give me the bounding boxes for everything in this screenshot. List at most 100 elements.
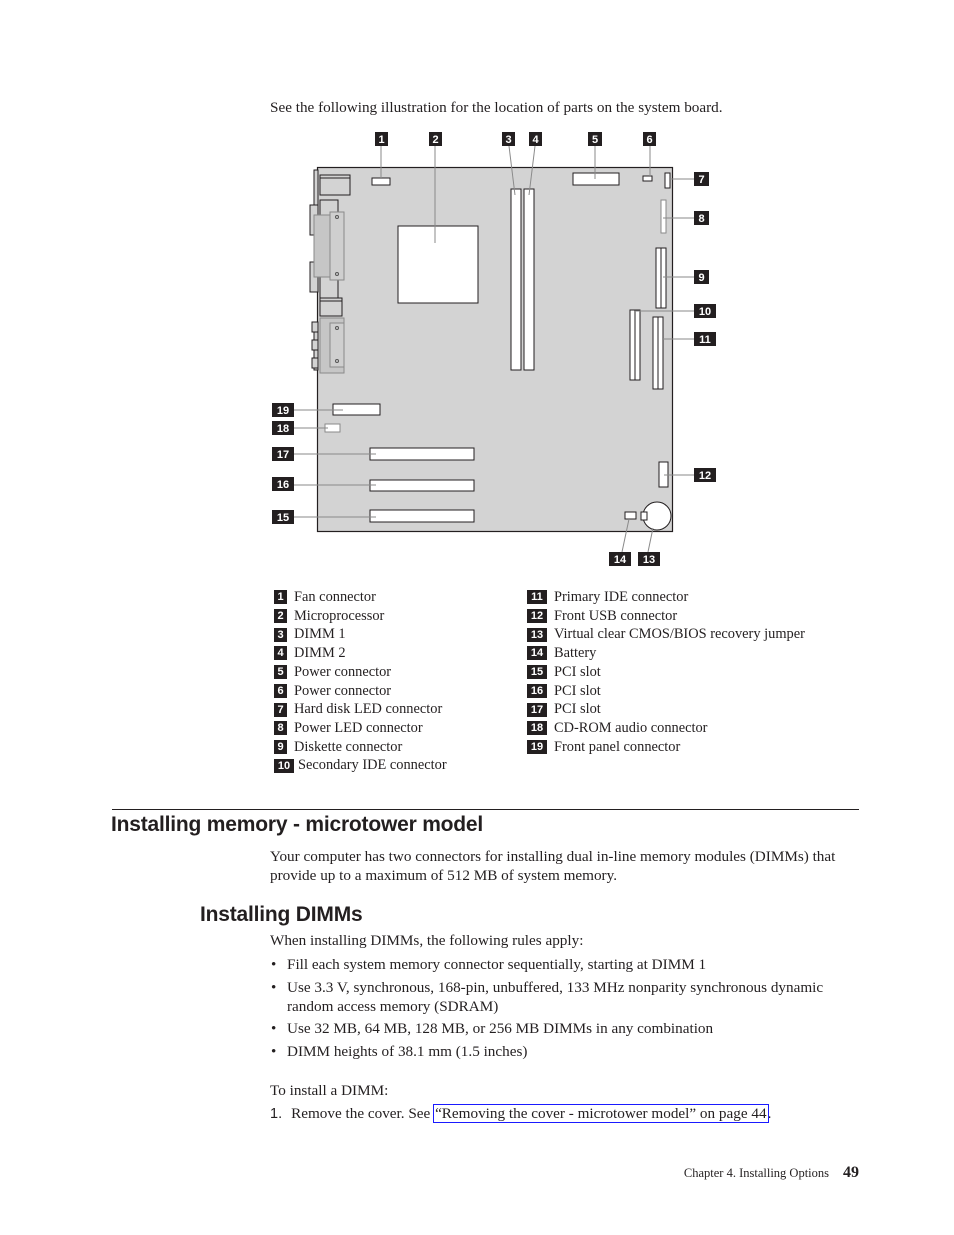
- board: [316, 166, 674, 533]
- step-1: 1. Remove the cover. See “Removing the co…: [270, 1104, 771, 1124]
- svg-text:12: 12: [699, 470, 711, 482]
- page-number: 49: [843, 1164, 859, 1181]
- hdd-led-shape: [664, 172, 671, 189]
- legend-item: 4 DIMM 2: [274, 644, 447, 663]
- legend-label: Fan connector: [294, 589, 376, 605]
- callout-1: 1: [375, 132, 388, 146]
- rules-intro: When installing DIMMs, the following rul…: [270, 932, 584, 949]
- legend-label: Primary IDE connector: [554, 589, 689, 605]
- callout-8: 8: [694, 211, 709, 225]
- removing-cover-link[interactable]: “Removing the cover - microtower model” …: [433, 1104, 769, 1123]
- legend-number-badge: 11: [527, 590, 547, 605]
- step-trailing-period: .: [767, 1105, 772, 1122]
- legend-item: 14 Battery: [527, 644, 805, 663]
- callout-3: 3: [502, 132, 515, 146]
- legend-label: Diskette connector: [294, 738, 403, 755]
- legend-item: 7 Hard disk LED connector: [274, 700, 447, 719]
- legend-label: DIMM 1: [294, 626, 346, 643]
- callout-7: 7: [694, 172, 709, 186]
- rules-list: • Fill each system memory connector seque…: [270, 955, 850, 1064]
- legend-item: 1 Fan connector: [274, 588, 447, 607]
- legend-number-badge: 7: [274, 702, 287, 717]
- svg-text:6: 6: [646, 134, 652, 146]
- bullet-icon: •: [271, 956, 277, 973]
- bullet-icon: •: [271, 1020, 277, 1037]
- dimm1-slot-shape: [510, 188, 522, 371]
- svg-text:8: 8: [698, 213, 704, 225]
- microprocessor-shape: [397, 225, 479, 304]
- callout-15: 15: [272, 510, 294, 524]
- svg-text:19: 19: [277, 405, 289, 417]
- legend-number-badge: 4: [274, 646, 287, 661]
- callout-17: 17: [272, 447, 294, 461]
- rule-item: • Use 32 MB, 64 MB, 128 MB, or 256 MB DIM…: [270, 1019, 850, 1038]
- legend-label: Virtual clear CMOS/BIOS recovery jumper: [554, 626, 805, 643]
- svg-text:13: 13: [643, 554, 655, 566]
- legend-item: 19 Front panel connector: [527, 738, 805, 757]
- legend-item: 17 PCI slot: [527, 700, 805, 719]
- legend-number-badge: 3: [274, 627, 287, 642]
- svg-text:3: 3: [505, 134, 511, 146]
- callout-6: 6: [643, 132, 656, 146]
- legend-number-badge: 13: [527, 627, 547, 642]
- legend-number-badge: 10: [274, 758, 294, 773]
- section-divider: [112, 809, 859, 810]
- legend-item: 8 Power LED connector: [274, 719, 447, 738]
- rule-item: • DIMM heights of 38.1 mm (1.5 inches): [270, 1042, 850, 1061]
- page-footer: Chapter 4. Installing Options 49: [600, 1164, 859, 1182]
- legend-item: 10 Secondary IDE connector: [274, 756, 447, 775]
- legend-number-badge: 19: [527, 739, 547, 754]
- legend-label: Front USB connector: [554, 607, 678, 624]
- legend-item: 2 Microprocessor: [274, 607, 447, 626]
- footer-chapter: Chapter 4. Installing Options: [683, 1166, 829, 1180]
- subsection-heading: Installing DIMMs: [200, 903, 363, 926]
- legend-item: 15 PCI slot: [527, 663, 805, 682]
- legend-number-badge: 12: [527, 609, 547, 624]
- legend-label: Battery: [554, 645, 597, 662]
- legend-item: 12 Front USB connector: [527, 607, 805, 626]
- legend-number-badge: 2: [274, 609, 287, 624]
- step-number: 1.: [270, 1106, 283, 1122]
- legend-label: PCI slot: [554, 682, 601, 699]
- svg-text:18: 18: [277, 423, 289, 435]
- legend-number-badge: 18: [527, 721, 547, 736]
- legend-label: Hard disk LED connector: [294, 701, 443, 718]
- legend-number-badge: 5: [274, 665, 287, 680]
- callout-13: 13: [638, 552, 660, 566]
- legend-item: 3 DIMM 1: [274, 625, 447, 644]
- legend-number-badge: 17: [527, 702, 547, 717]
- callout-10: 10: [694, 304, 716, 318]
- legend-number-badge: 16: [527, 683, 547, 698]
- callout-19: 19: [272, 403, 294, 417]
- legend-number-badge: 8: [274, 721, 287, 736]
- legend-item: 9 Diskette connector: [274, 738, 447, 757]
- rule-item: • Use 3.3 V, synchronous, 168-pin, unbuff…: [270, 978, 850, 1016]
- svg-text:15: 15: [277, 512, 289, 524]
- rule-text: Use 3.3 V, synchronous, 168-pin, unbuffe…: [287, 978, 824, 1015]
- callout-16: 16: [272, 477, 294, 491]
- svg-text:14: 14: [614, 554, 627, 566]
- jumper-shape: [640, 511, 648, 521]
- legend-number-badge: 15: [527, 665, 547, 680]
- legend-item: 11 Primary IDE connector: [527, 588, 805, 607]
- system-board-diagram: 1 2 3 4 5 6 7 8 9 10 11 12 13 14 15 16 1…: [272, 132, 716, 566]
- svg-text:10: 10: [699, 306, 711, 318]
- legend-right-column: 11 Primary IDE connector 12 Front USB conn…: [527, 588, 805, 756]
- legend-number-badge: 6: [274, 683, 287, 698]
- bullet-icon: •: [271, 1042, 277, 1060]
- bullet-icon: •: [271, 978, 277, 996]
- svg-text:9: 9: [698, 272, 704, 284]
- svg-text:7: 7: [698, 174, 704, 186]
- callout-9: 9: [694, 270, 709, 284]
- rule-item: • Fill each system memory connector seque…: [270, 955, 850, 974]
- callout-14: 14: [609, 552, 631, 566]
- callout-4: 4: [529, 132, 542, 146]
- small-header-shape: [624, 511, 637, 520]
- legend-label: Microprocessor: [294, 607, 385, 624]
- pci-slot-17-shape: [369, 447, 475, 461]
- svg-text:4: 4: [532, 134, 539, 146]
- legend-label: PCI slot: [554, 663, 601, 680]
- intro-text: See the following illustration for the l…: [270, 99, 723, 116]
- legend-label: Power LED connector: [294, 719, 423, 736]
- legend-left-column: 1 Fan connector 2 Microprocessor 3 DIMM 1 4…: [274, 588, 447, 775]
